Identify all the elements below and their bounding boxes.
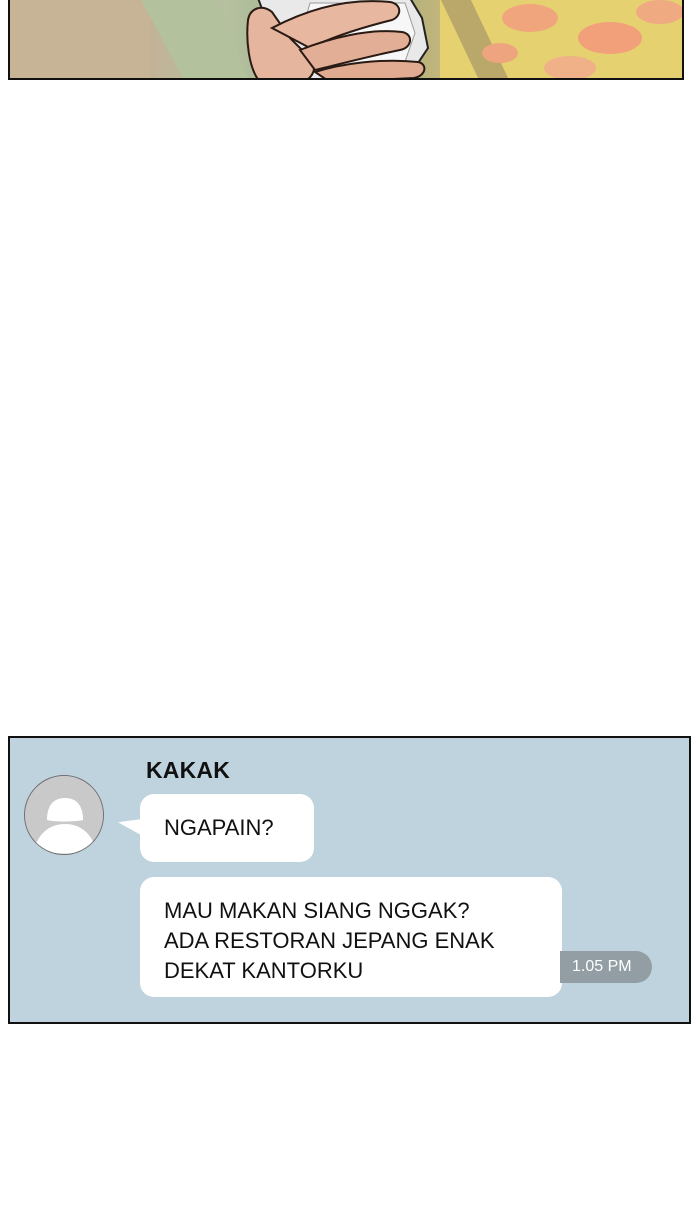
message-text-line: MAU MAKAN SIANG NGGAK? xyxy=(164,898,470,923)
message-bubble: MAU MAKAN SIANG NGGAK? ADA RESTORAN JEPA… xyxy=(140,877,562,997)
message-timestamp: 1.05 PM xyxy=(560,951,652,983)
message-text-line: DEKAT KANTORKU xyxy=(164,958,364,983)
message-text-line: ADA RESTORAN JEPANG ENAK xyxy=(164,928,495,953)
sender-name: KAKAK xyxy=(146,757,231,783)
message-text-line: NGAPAIN? xyxy=(164,815,274,840)
message-bubble: NGAPAIN? xyxy=(140,794,314,862)
hand-holding-phone-illustration xyxy=(10,0,682,78)
comic-panel-hand-holding-phone xyxy=(8,0,684,80)
chat-panel: KAKAK NGAPAIN? MAU MAKAN SIANG NGGAK? AD… xyxy=(8,736,691,1024)
default-person-avatar-icon xyxy=(24,775,104,855)
